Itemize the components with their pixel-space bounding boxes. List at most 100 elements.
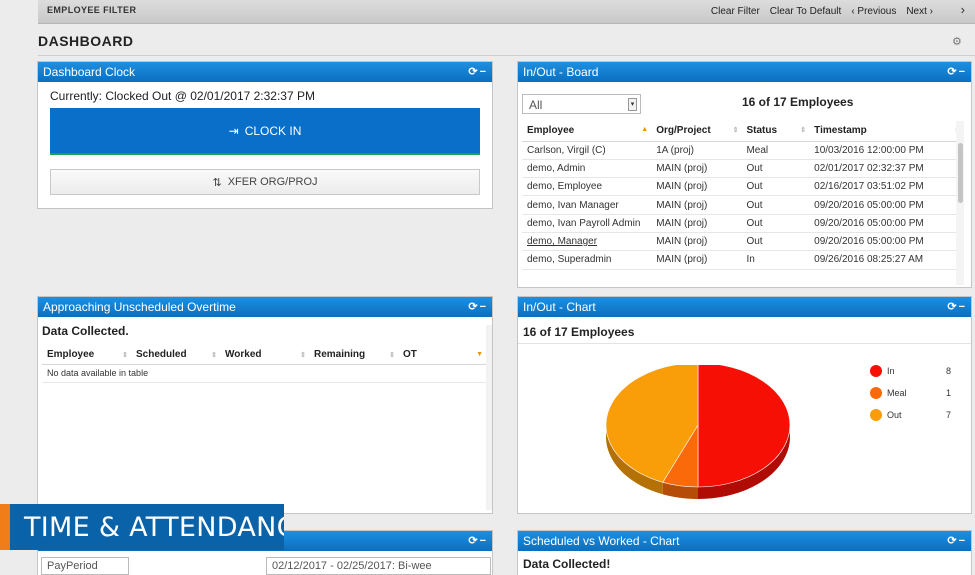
xfer-label: XFER ORG/PROJ	[227, 176, 318, 188]
cell-timestamp: 09/26/2016 08:25:27 AM	[809, 250, 963, 270]
empty-message: No data available in table	[42, 364, 486, 383]
cell-org: MAIN (proj)	[651, 214, 742, 233]
gear-icon[interactable]: ⚙	[952, 35, 962, 48]
payperiod-select[interactable]: PayPeriod	[41, 557, 129, 575]
legend-value-out: 7	[946, 410, 952, 420]
cell-timestamp: 10/03/2016 12:00:00 PM	[809, 141, 963, 160]
clear-filter-link[interactable]: Clear Filter	[711, 6, 760, 17]
cell-status: In	[741, 250, 810, 270]
status-filter-value: All	[529, 98, 543, 112]
previous-link[interactable]: ‹ Previous	[851, 6, 896, 17]
page-title: DASHBOARD	[38, 33, 134, 49]
refresh-minimize-icon[interactable]: ⟳−	[947, 62, 967, 82]
refresh-minimize-icon[interactable]: ⟳−	[468, 297, 488, 317]
cell-org: 1A (proj)	[651, 141, 742, 160]
scheduled-vs-worked-panel: Scheduled vs Worked - Chart ⟳− Data Coll…	[517, 530, 972, 575]
refresh-minimize-icon[interactable]: ⟳−	[468, 531, 488, 551]
sort-icon: ⇕	[211, 352, 217, 359]
cell-org: MAIN (proj)	[651, 195, 742, 215]
cell-timestamp: 02/01/2017 02:32:37 PM	[809, 159, 963, 179]
clock-status-text: Currently: Clocked Out @ 02/01/2017 2:32…	[50, 89, 315, 103]
refresh-minimize-icon[interactable]: ⟳−	[947, 531, 967, 551]
panel-header: Scheduled vs Worked - Chart ⟳−	[518, 531, 971, 551]
cell-employee: demo, Admin	[522, 159, 652, 179]
employee-filter-bar: EMPLOYEE FILTER Clear Filter Clear To De…	[38, 0, 975, 24]
col-header-ot[interactable]: OT ▼	[398, 346, 486, 365]
sort-icon: ⇕	[122, 352, 128, 359]
dropdown-arrow-icon: ▾	[628, 98, 637, 111]
filter-bar-title: EMPLOYEE FILTER	[47, 5, 137, 15]
overtime-scrollbar[interactable]	[486, 325, 492, 510]
cell-employee: demo, Ivan Manager	[522, 195, 652, 215]
col-header-scheduled[interactable]: Scheduled ⇕	[131, 346, 220, 365]
col-header-remaining[interactable]: Remaining ⇕	[309, 346, 398, 365]
table-row[interactable]: demo, Ivan Manager MAIN (proj) Out 09/20…	[522, 195, 963, 215]
table-row[interactable]: demo, Employee MAIN (proj) Out 02/16/201…	[522, 177, 963, 197]
cell-org: MAIN (proj)	[651, 232, 742, 252]
panel-title: In/Out - Chart	[523, 300, 596, 314]
table-row[interactable]: demo, Manager MAIN (proj) Out 09/20/2016…	[522, 232, 963, 252]
cell-employee: Carlson, Virgil (C)	[522, 141, 652, 160]
sort-icon: ⇕	[300, 352, 306, 359]
col-header-status[interactable]: Status ⇕	[741, 121, 810, 142]
chevron-right-icon[interactable]: ›	[961, 2, 965, 17]
in-out-pie-chart[interactable]	[606, 365, 796, 505]
data-collected-text: Data Collected!	[523, 557, 611, 571]
col-header-org-project[interactable]: Org/Project ⇕	[651, 121, 742, 142]
table-row[interactable]: Carlson, Virgil (C) 1A (proj) Meal 10/03…	[522, 141, 963, 160]
refresh-minimize-icon[interactable]: ⟳−	[468, 62, 488, 82]
overtime-table: Employee ⇕ Scheduled ⇕ Worked ⇕ Remaining ⇕ …	[42, 346, 486, 383]
table-row[interactable]: demo, Admin MAIN (proj) Out 02/01/2017 0…	[522, 159, 963, 179]
panel-title: Scheduled vs Worked - Chart	[523, 534, 680, 548]
table-row[interactable]: demo, Superadmin MAIN (proj) In 09/26/20…	[522, 250, 963, 270]
panel-title: In/Out - Board	[523, 65, 599, 79]
cell-status: Out	[741, 214, 810, 233]
sign-in-icon: ⇥	[228, 123, 239, 138]
legend-value-in: 8	[946, 366, 952, 376]
col-header-employee[interactable]: Employee ▲	[522, 121, 652, 142]
panel-header: In/Out - Chart ⟳−	[518, 297, 971, 317]
filter-actions: Clear Filter Clear To Default ‹ Previous…	[711, 6, 933, 17]
next-link[interactable]: Next ›	[906, 6, 933, 17]
legend-swatch-in	[870, 365, 882, 377]
transfer-icon: ⇅	[212, 176, 222, 189]
cell-employee: demo, Superadmin	[522, 250, 652, 270]
col-header-worked[interactable]: Worked ⇕	[220, 346, 309, 365]
cell-employee: demo, Manager	[522, 232, 652, 252]
time-attendance-banner: TIME & ATTENDANCE	[0, 504, 284, 550]
refresh-minimize-icon[interactable]: ⟳−	[947, 297, 967, 317]
xfer-org-proj-button[interactable]: ⇅ XFER ORG/PROJ	[50, 169, 480, 195]
chart-employee-count: 16 of 17 Employees	[523, 325, 635, 339]
legend-label-in[interactable]: In	[887, 366, 895, 376]
board-table-wrap: Employee ▲ Org/Project ⇕ Status ⇕ Timestamp…	[522, 121, 963, 285]
data-collected-text: Data Collected.	[42, 324, 129, 338]
sort-icon: ⇕	[389, 352, 395, 359]
status-filter-select[interactable]: All ▾	[522, 94, 641, 114]
dashboard-clock-panel: Dashboard Clock ⟳− Currently: Clocked Ou…	[37, 61, 493, 209]
cell-timestamp: 09/20/2016 05:00:00 PM	[809, 195, 963, 215]
panel-header: Dashboard Clock ⟳−	[38, 62, 492, 82]
overtime-table-wrap: Employee ⇕ Scheduled ⇕ Worked ⇕ Remaining ⇕ …	[42, 346, 486, 383]
legend-label-out[interactable]: Out	[887, 410, 902, 420]
cell-status: Out	[741, 195, 810, 215]
in-out-chart-panel: In/Out - Chart ⟳− 16 of 17 Employees In 8…	[517, 296, 972, 514]
board-scrollbar[interactable]	[956, 121, 964, 285]
table-row-empty: No data available in table	[42, 364, 486, 383]
col-header-timestamp[interactable]: Timestamp⇕	[809, 121, 963, 142]
table-row[interactable]: demo, Ivan Payroll Admin MAIN (proj) Out…	[522, 214, 963, 233]
legend-label-meal[interactable]: Meal	[887, 388, 907, 398]
panel-title: Dashboard Clock	[43, 65, 136, 79]
cell-status: Out	[741, 232, 810, 252]
clock-in-label: CLOCK IN	[244, 123, 302, 138]
legend-value-meal: 1	[946, 388, 952, 398]
cell-status: Out	[741, 159, 810, 179]
cell-org: MAIN (proj)	[651, 177, 742, 197]
date-range-select[interactable]: 02/12/2017 - 02/25/2017: Bi-wee	[266, 557, 491, 575]
scrollbar-thumb[interactable]	[958, 143, 963, 203]
cell-org: MAIN (proj)	[651, 250, 742, 270]
col-header-employee[interactable]: Employee ⇕	[42, 346, 131, 365]
panel-title: Approaching Unscheduled Overtime	[43, 300, 236, 314]
clear-to-default-link[interactable]: Clear To Default	[770, 6, 842, 17]
sort-icon: ⇕	[800, 127, 807, 134]
clock-in-button[interactable]: ⇥ CLOCK IN	[50, 108, 480, 155]
